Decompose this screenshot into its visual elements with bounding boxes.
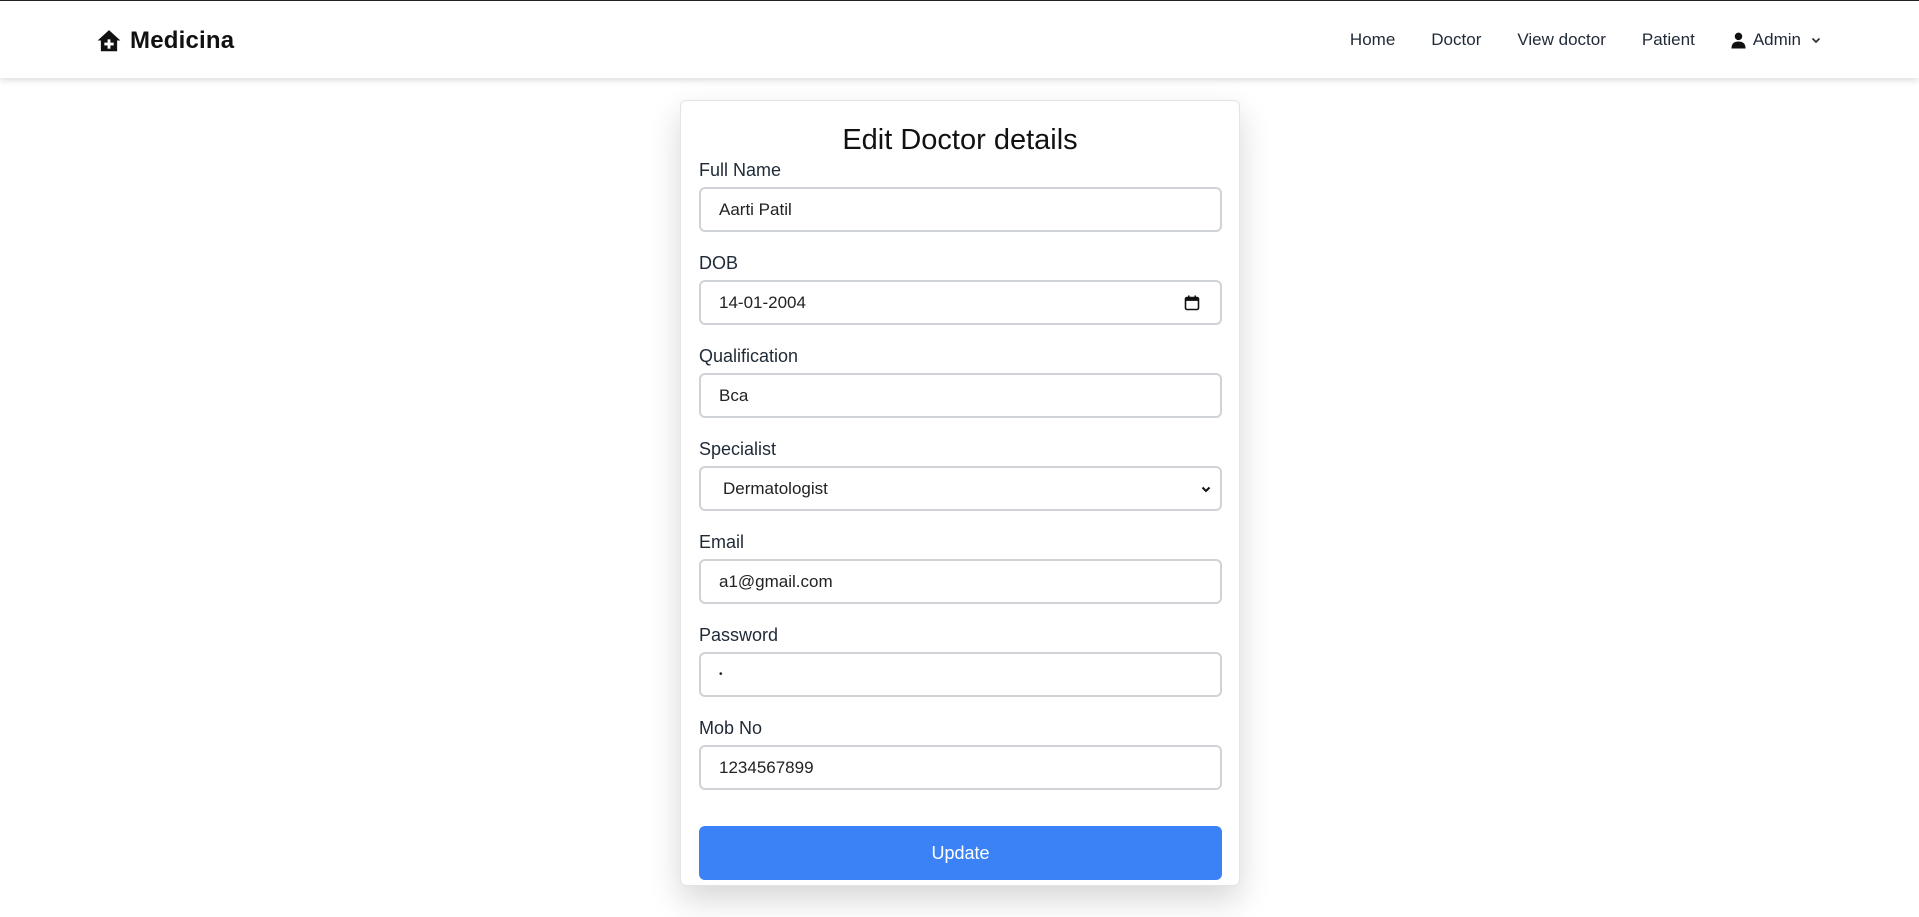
mobile-label: Mob No xyxy=(699,718,763,738)
nav-view-doctor-link[interactable]: View doctor xyxy=(1517,30,1606,50)
specialist-value: Dermatologist xyxy=(723,478,828,498)
mobile-group: Mob No 1234567899 xyxy=(699,717,1222,790)
nav-patient-link[interactable]: Patient xyxy=(1642,30,1695,50)
update-button[interactable]: Update xyxy=(699,826,1222,880)
specialist-label: Specialist xyxy=(699,439,777,459)
admin-menu[interactable]: Admin xyxy=(1731,30,1822,50)
edit-doctor-card: Edit Doctor details Full Name Aarti Pati… xyxy=(680,100,1240,886)
password-value: • xyxy=(719,669,725,680)
user-icon xyxy=(1731,32,1746,48)
calendar-icon[interactable] xyxy=(1184,295,1200,311)
email-group: Email a1@gmail.com xyxy=(699,531,1222,604)
dob-value: 14-01-2004 xyxy=(719,292,806,312)
brand-name: Medicina xyxy=(130,27,235,54)
full-name-label: Full Name xyxy=(699,160,782,180)
edit-doctor-form: Full Name Aarti Patil DOB 14-01-2004 Qua… xyxy=(681,159,1239,880)
qualification-group: Qualification Bca xyxy=(699,345,1222,418)
brand[interactable]: Medicina xyxy=(96,27,234,55)
chevron-down-icon xyxy=(1201,486,1211,492)
dob-group: DOB 14-01-2004 xyxy=(699,252,1222,325)
chevron-down-icon xyxy=(1811,37,1821,44)
specialist-select[interactable]: Dermatologist xyxy=(699,466,1222,511)
full-name-value: Aarti Patil xyxy=(719,199,792,219)
admin-label: Admin xyxy=(1752,30,1801,49)
mobile-input[interactable]: 1234567899 xyxy=(699,745,1222,790)
mobile-value: 1234567899 xyxy=(719,757,814,777)
password-input[interactable]: • xyxy=(699,652,1222,697)
email-input[interactable]: a1@gmail.com xyxy=(699,559,1222,604)
password-group: Password • xyxy=(699,624,1222,697)
qualification-value: Bca xyxy=(719,385,749,405)
qualification-input[interactable]: Bca xyxy=(699,373,1222,418)
page-title: Edit Doctor details xyxy=(842,124,1078,156)
full-name-group: Full Name Aarti Patil xyxy=(699,159,1222,232)
nav-links: Home Doctor View doctor Patient Admin xyxy=(1350,30,1822,50)
specialist-group: Specialist Dermatologist xyxy=(699,438,1222,511)
home-plus-icon xyxy=(97,30,121,52)
email-value: a1@gmail.com xyxy=(719,571,833,591)
nav-doctor-link[interactable]: Doctor xyxy=(1431,30,1481,50)
email-label: Email xyxy=(699,532,745,552)
password-label: Password xyxy=(699,625,779,645)
nav-home-link[interactable]: Home xyxy=(1350,30,1395,50)
qualification-label: Qualification xyxy=(699,346,799,366)
dob-label: DOB xyxy=(699,253,739,273)
dob-input[interactable]: 14-01-2004 xyxy=(699,280,1222,325)
full-name-input[interactable]: Aarti Patil xyxy=(699,187,1222,232)
top-navbar: Medicina Home Doctor View doctor Patient… xyxy=(0,0,1919,78)
